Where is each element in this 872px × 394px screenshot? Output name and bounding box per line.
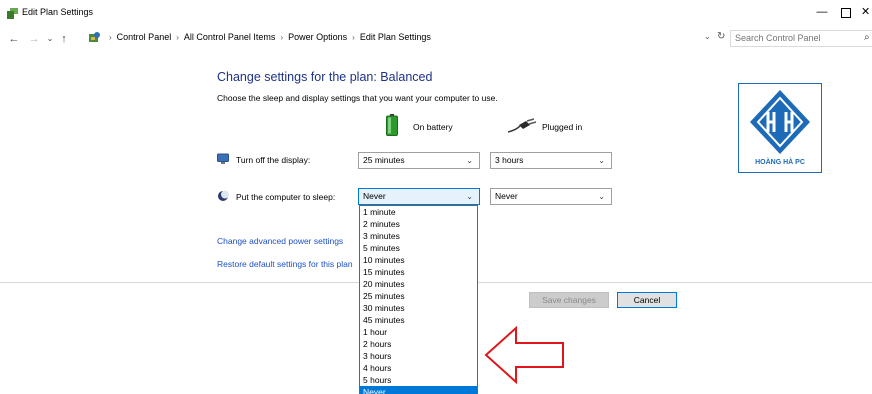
dropdown-option[interactable]: 1 hour bbox=[360, 326, 477, 338]
close-button[interactable]: ✕ bbox=[861, 3, 872, 21]
turn-off-display-label: Turn off the display: bbox=[236, 155, 311, 165]
power-plug-icon bbox=[508, 118, 536, 133]
on-battery-header: On battery bbox=[413, 122, 453, 132]
breadcrumb: › Control Panel › All Control Panel Items › P… bbox=[104, 32, 431, 42]
chevron-down-icon: ⌄ bbox=[598, 192, 605, 201]
sleep-on-battery-value: Never bbox=[363, 191, 386, 201]
sleep-plugged-in-value: Never bbox=[495, 191, 518, 201]
cancel-button[interactable]: Cancel bbox=[617, 292, 677, 308]
dropdown-option[interactable]: 2 minutes bbox=[360, 218, 477, 230]
sleep-plugged-in-select[interactable]: Never ⌄ bbox=[490, 188, 612, 205]
sleep-moon-icon bbox=[218, 190, 229, 201]
dropdown-option[interactable]: 3 minutes bbox=[360, 230, 477, 242]
display-on-battery-value: 25 minutes bbox=[363, 155, 405, 165]
breadcrumb-power-options[interactable]: Power Options bbox=[288, 32, 347, 42]
power-options-icon bbox=[7, 8, 18, 19]
control-panel-icon bbox=[89, 32, 100, 42]
plugged-in-header: Plugged in bbox=[542, 122, 583, 132]
breadcrumb-separator[interactable]: › bbox=[352, 33, 355, 42]
display-plugged-in-select[interactable]: 3 hours ⌄ bbox=[490, 152, 612, 169]
search-icon[interactable]: ⌕ bbox=[864, 32, 870, 43]
breadcrumb-all-items[interactable]: All Control Panel Items bbox=[184, 32, 276, 42]
change-advanced-power-settings-link[interactable]: Change advanced power settings bbox=[217, 236, 357, 246]
save-changes-button[interactable]: Save changes bbox=[529, 292, 609, 308]
breadcrumb-separator[interactable]: › bbox=[280, 33, 283, 42]
dropdown-option[interactable]: 15 minutes bbox=[360, 266, 477, 278]
breadcrumb-separator[interactable]: › bbox=[176, 33, 179, 42]
dropdown-option[interactable]: 3 hours bbox=[360, 350, 477, 362]
dropdown-option[interactable]: 45 minutes bbox=[360, 314, 477, 326]
breadcrumb-separator: › bbox=[109, 33, 112, 42]
dropdown-option[interactable]: 5 minutes bbox=[360, 242, 477, 254]
dropdown-option[interactable]: 25 minutes bbox=[360, 290, 477, 302]
minimize-button[interactable]: — bbox=[812, 3, 832, 21]
logo-emblem-icon bbox=[750, 90, 810, 154]
dropdown-option[interactable]: 2 hours bbox=[360, 338, 477, 350]
chevron-down-icon: ⌄ bbox=[466, 192, 473, 201]
navigation-bar: ← → ⌄ ↑ › Control Panel › All Control Panel… bbox=[0, 28, 872, 50]
sleep-options-dropdown[interactable]: 1 minute 2 minutes 3 minutes 5 minutes 10 mi… bbox=[359, 205, 478, 394]
refresh-icon[interactable]: ↻ bbox=[717, 31, 725, 42]
search-box[interactable]: ⌕ bbox=[730, 30, 872, 47]
display-plugged-in-value: 3 hours bbox=[495, 155, 524, 165]
dropdown-option[interactable]: 10 minutes bbox=[360, 254, 477, 266]
sleep-label: Put the computer to sleep: bbox=[236, 192, 336, 202]
dropdown-option[interactable]: 5 hours bbox=[360, 374, 477, 386]
address-dropdown-icon[interactable]: ⌄ bbox=[704, 32, 711, 41]
forward-button[interactable]: → bbox=[26, 31, 42, 47]
restore-default-settings-link[interactable]: Restore default settings for this plan bbox=[217, 259, 357, 269]
dropdown-option[interactable]: 20 minutes bbox=[360, 278, 477, 290]
chevron-down-icon: ⌄ bbox=[466, 156, 473, 165]
breadcrumb-control-panel[interactable]: Control Panel bbox=[117, 32, 172, 42]
search-input[interactable] bbox=[735, 33, 835, 43]
back-button[interactable]: ← bbox=[6, 31, 22, 47]
dropdown-option[interactable]: 4 hours bbox=[360, 362, 477, 374]
hoang-ha-pc-logo: HOÀNG HÀ PC bbox=[738, 83, 822, 173]
dropdown-option[interactable]: Never bbox=[360, 386, 477, 394]
red-arrow-annotation-icon bbox=[484, 326, 564, 384]
logo-text: HOÀNG HÀ PC bbox=[755, 159, 805, 166]
page-title: Change settings for the plan: Balanced bbox=[217, 70, 433, 84]
maximize-button[interactable] bbox=[836, 3, 856, 21]
display-on-battery-select[interactable]: 25 minutes ⌄ bbox=[358, 152, 480, 169]
window-title: Edit Plan Settings bbox=[22, 7, 94, 17]
title-bar: Edit Plan Settings — ✕ bbox=[0, 0, 872, 28]
maximize-icon bbox=[841, 8, 851, 18]
chevron-down-icon: ⌄ bbox=[598, 156, 605, 165]
dropdown-option[interactable]: 30 minutes bbox=[360, 302, 477, 314]
breadcrumb-edit-plan-settings[interactable]: Edit Plan Settings bbox=[360, 32, 431, 42]
page-subtitle: Choose the sleep and display settings th… bbox=[217, 93, 498, 103]
dropdown-option[interactable]: 1 minute bbox=[360, 206, 477, 218]
up-button[interactable]: ↑ bbox=[56, 31, 72, 47]
monitor-icon bbox=[217, 153, 229, 164]
sleep-on-battery-select[interactable]: Never ⌄ bbox=[358, 188, 480, 205]
battery-icon bbox=[386, 114, 398, 136]
